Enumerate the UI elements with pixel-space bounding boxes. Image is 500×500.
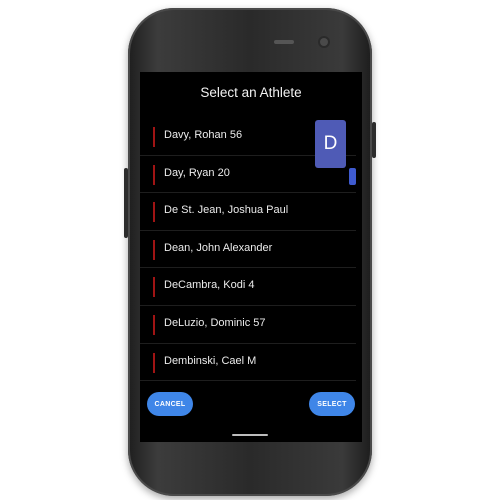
row-marker	[153, 127, 155, 147]
row-marker	[153, 239, 155, 260]
select-button[interactable]: SELECT	[309, 392, 355, 416]
home-indicator[interactable]	[232, 434, 268, 436]
list-item[interactable]: Dembinski, Cael M	[140, 344, 356, 382]
volume-button	[124, 168, 128, 238]
fast-scroll-index-bubble: D	[315, 120, 346, 168]
list-item[interactable]: De St. Jean, Joshua Paul	[140, 193, 356, 231]
athlete-name: Dembinski, Cael M	[164, 354, 257, 367]
athlete-name: Dean, John Alexander	[164, 241, 273, 254]
row-marker	[153, 277, 155, 298]
athlete-name: DeCambra, Kodi 4	[164, 279, 255, 292]
list-item[interactable]: DeLuzio, Dominic 57	[140, 306, 356, 344]
athlete-name: Davy, Rohan 56	[164, 129, 243, 141]
earpiece-speaker	[274, 40, 294, 44]
athlete-name: DeLuzio, Dominic 57	[164, 316, 266, 329]
row-marker	[153, 352, 155, 373]
row-marker	[153, 314, 155, 335]
front-camera-icon	[320, 38, 328, 46]
athlete-name: Day, Ryan 20	[164, 166, 230, 179]
scrollbar-thumb[interactable]	[349, 168, 356, 185]
row-marker	[153, 164, 155, 185]
athlete-name: De St. Jean, Joshua Paul	[164, 204, 289, 217]
dialog-title: Select an Athlete	[200, 85, 302, 100]
screen: Select an Athlete Davy, Rohan 56 Day, Ry…	[140, 72, 362, 442]
list-item[interactable]: Dean, John Alexander	[140, 231, 356, 269]
row-marker	[153, 202, 155, 223]
list-item[interactable]: DeCambra, Kodi 4	[140, 268, 356, 306]
cancel-button[interactable]: CANCEL	[147, 392, 193, 416]
power-button	[372, 122, 376, 158]
